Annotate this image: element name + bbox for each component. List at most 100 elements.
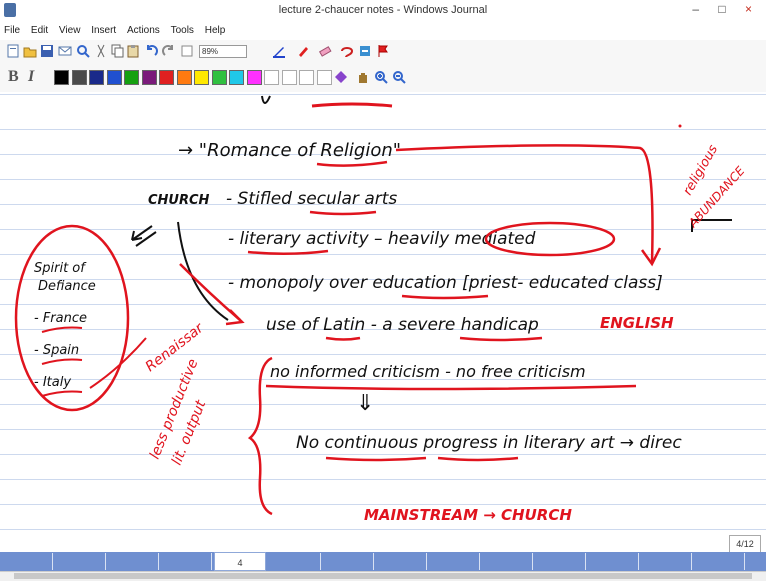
handicap-underline — [459, 336, 543, 342]
maximize-button[interactable]: □ — [718, 2, 733, 16]
color-swatch[interactable] — [159, 70, 174, 85]
window-title: lecture 2-chaucer notes - Windows Journa… — [278, 4, 488, 16]
spirit-france: - France — [34, 311, 87, 326]
english-note: ENGLISH — [600, 314, 674, 332]
redo-icon[interactable] — [162, 44, 176, 58]
latin-handicap-note: use of Latin - a severe handicap — [266, 315, 539, 335]
stifled-arts-note: - Stifled secular arts — [226, 189, 397, 209]
menu-tools[interactable]: Tools — [167, 22, 198, 36]
page-tab[interactable] — [639, 553, 692, 570]
color-swatch[interactable] — [246, 70, 262, 85]
page-tab[interactable] — [374, 553, 427, 570]
color-swatch[interactable] — [264, 70, 279, 85]
page-tab[interactable] — [692, 553, 745, 570]
current-page-tab[interactable]: 4 — [214, 552, 266, 571]
menu-bar: File Edit View Insert Actions Tools Help — [0, 22, 766, 40]
literary-activity-note: - literary activity – heavily mediated — [228, 229, 536, 249]
menu-insert[interactable]: Insert — [87, 22, 120, 36]
standard-toolbar: 89% — [0, 40, 766, 65]
color-swatch[interactable] — [176, 70, 192, 85]
progress-underline — [437, 456, 519, 462]
bold-button[interactable]: B — [8, 68, 19, 86]
page-tab[interactable] — [480, 553, 533, 570]
color-swatch[interactable] — [281, 70, 297, 85]
cut-icon[interactable] — [94, 44, 108, 58]
secular-underline — [309, 210, 377, 216]
zoom-select[interactable]: 89% — [199, 45, 247, 58]
spirit-spain: - Spain — [34, 343, 79, 358]
page-tab[interactable] — [427, 553, 480, 570]
zoom-in-icon[interactable] — [374, 70, 388, 84]
color-swatch[interactable] — [229, 70, 244, 85]
arrow-head-latin — [225, 309, 245, 326]
monopoly-education-note: - monopoly over education [priest- educa… — [228, 273, 663, 293]
find-icon[interactable] — [76, 44, 90, 58]
double-arrow-left — [131, 225, 157, 247]
mainstream-note: MAINSTREAM → CHURCH — [364, 506, 572, 524]
flag-icon[interactable] — [376, 44, 390, 58]
italic-button[interactable]: I — [28, 68, 34, 86]
spirit-italy: - Italy — [34, 375, 71, 390]
pen-icon[interactable] — [272, 44, 286, 58]
top-red-underline — [311, 102, 393, 108]
page-tab[interactable] — [586, 553, 639, 570]
menu-file[interactable]: File — [0, 22, 24, 36]
page-tab[interactable] — [159, 553, 212, 570]
color-swatch[interactable] — [299, 70, 314, 85]
highlighter-icon[interactable] — [296, 44, 310, 58]
palette-icon[interactable] — [334, 70, 348, 84]
color-swatch[interactable] — [141, 70, 157, 85]
zoom-out-icon[interactable] — [392, 70, 406, 84]
menu-actions[interactable]: Actions — [123, 22, 164, 36]
spirit-line-2: Defiance — [38, 279, 96, 294]
scrollbar-thumb[interactable] — [14, 573, 752, 579]
criticism-underline — [265, 384, 637, 391]
page-tab[interactable] — [268, 553, 321, 570]
close-button[interactable]: × — [745, 2, 760, 16]
journal-page[interactable]: → "Romance of Religion" CHURCH - Stifled… — [0, 92, 766, 552]
religion-underline — [316, 160, 388, 167]
page-tab-bar: 4 — [0, 552, 766, 571]
latin-underline — [325, 336, 361, 341]
continuous-progress-note: No continuous progress in literary art →… — [296, 433, 682, 453]
page-tab[interactable] — [0, 553, 53, 570]
ink-layer: → "Romance of Religion" CHURCH - Stifled… — [14, 95, 748, 524]
minimize-button[interactable]: – — [692, 2, 707, 16]
undo-icon[interactable] — [144, 44, 158, 58]
open-folder-icon[interactable] — [23, 44, 37, 58]
new-note-icon[interactable] — [6, 44, 20, 58]
page-tab[interactable] — [106, 553, 159, 570]
title-bar: lecture 2-chaucer notes - Windows Journa… — [0, 0, 766, 23]
color-swatch[interactable] — [71, 70, 87, 85]
color-swatch[interactable] — [316, 70, 332, 85]
menu-help[interactable]: Help — [201, 22, 230, 36]
menu-view[interactable]: View — [55, 22, 85, 36]
color-swatch[interactable] — [89, 70, 104, 85]
pen-toolbar: B I — [0, 64, 766, 93]
continuous-underline — [325, 456, 427, 462]
selection-tool-icon[interactable] — [340, 44, 354, 58]
menu-edit[interactable]: Edit — [27, 22, 52, 36]
email-icon[interactable] — [58, 44, 72, 58]
window-controls: – □ × — [692, 2, 760, 16]
down-arrow: ⇓ — [356, 391, 374, 416]
color-swatch[interactable] — [194, 70, 209, 85]
page-tab[interactable] — [53, 553, 106, 570]
criticism-note: no informed criticism - no free criticis… — [270, 362, 586, 381]
color-swatch[interactable] — [54, 70, 69, 85]
page-tab[interactable] — [533, 553, 586, 570]
education-underline — [401, 294, 489, 300]
color-swatch[interactable] — [124, 70, 139, 85]
page-tab[interactable] — [321, 553, 374, 570]
eraser-icon[interactable] — [318, 44, 332, 58]
spirit-line-1: Spirit of — [34, 261, 87, 276]
page-indicator: 4/12 — [729, 535, 761, 553]
color-swatch[interactable] — [106, 70, 122, 85]
insert-space-icon[interactable] — [358, 44, 372, 58]
page-view-icon[interactable] — [180, 44, 194, 58]
paste-icon[interactable] — [126, 44, 140, 58]
color-swatch[interactable] — [211, 70, 227, 85]
pan-hand-icon[interactable] — [356, 70, 370, 84]
save-icon[interactable] — [40, 44, 54, 58]
copy-icon[interactable] — [110, 44, 124, 58]
